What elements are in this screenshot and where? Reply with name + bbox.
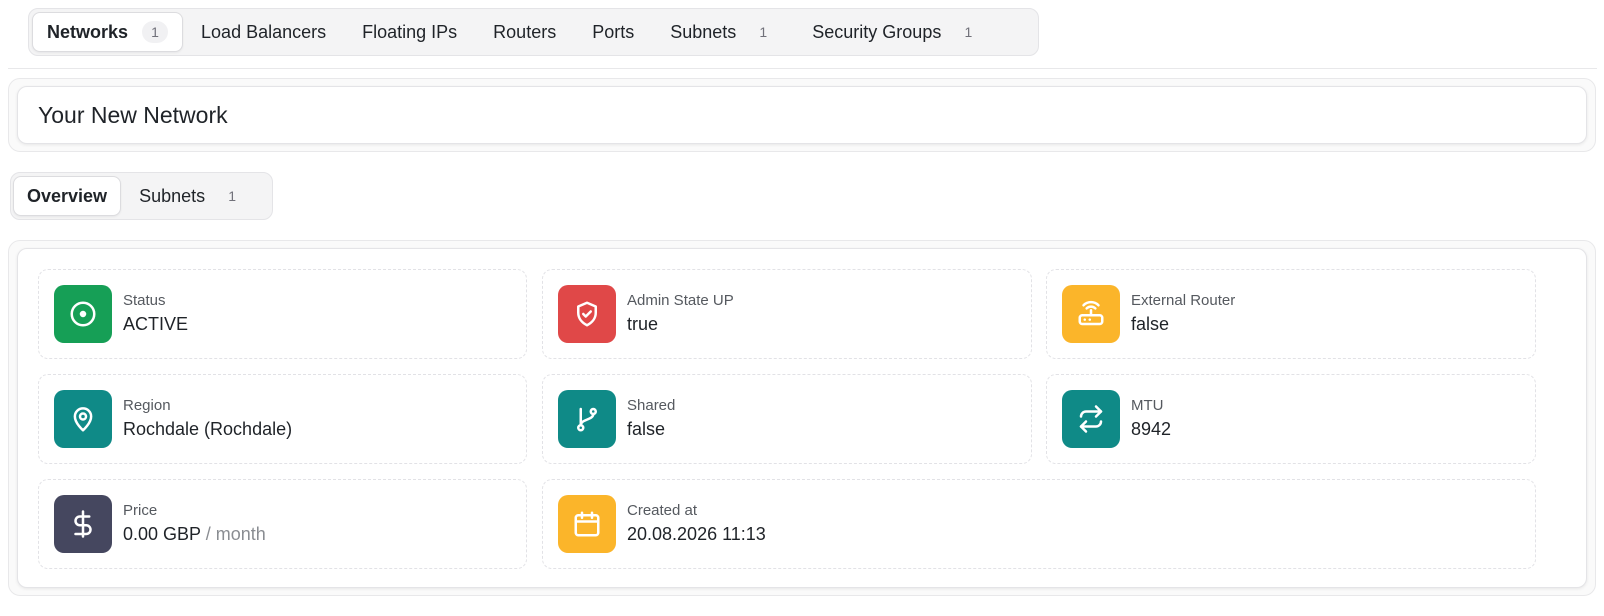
tab-floating-ips[interactable]: Floating IPs — [344, 12, 475, 52]
price-unit: / month — [205, 524, 266, 544]
dollar-icon — [54, 495, 112, 553]
calendar-icon — [558, 495, 616, 553]
status-circle-icon — [54, 285, 112, 343]
admin-state-value: true — [627, 314, 659, 334]
price-amount: 0.00 GBP — [123, 524, 201, 544]
resource-tabs: Networks 1 Load Balancers Floating IPs R… — [28, 8, 1039, 56]
tab-label: Load Balancers — [201, 21, 327, 42]
tab-label: Ports — [592, 21, 635, 42]
tab-count-badge: 1 — [228, 188, 237, 204]
git-branch-icon — [558, 390, 616, 448]
tab-subnets[interactable]: Subnets 1 — [652, 12, 794, 52]
tab-count-badge: 1 — [142, 21, 169, 43]
detail-label: Shared — [627, 397, 676, 414]
tab-label: Overview — [27, 185, 108, 206]
tab-label: Security Groups — [812, 21, 942, 42]
tab-label: Subnets — [139, 185, 206, 206]
detail-created-at: Created at 20.08.2026 11:13 — [542, 479, 1536, 569]
created-at-value: 20.08.2026 11:13 — [627, 524, 766, 544]
overview-card: Status ACTIVE Admin State UP true Extern… — [17, 248, 1587, 588]
status-value: ACTIVE — [123, 314, 189, 334]
map-pin-icon — [54, 390, 112, 448]
tab-label: Subnets — [670, 21, 737, 42]
external-router-value: false — [1131, 314, 1170, 334]
tab-count-badge: 1 — [964, 24, 973, 40]
detail-mtu: MTU 8942 — [1046, 374, 1536, 464]
title-panel: Your New Network — [8, 78, 1596, 152]
detail-label: Created at — [627, 502, 698, 519]
detail-region: Region Rochdale (Rochdale) — [38, 374, 527, 464]
region-value: Rochdale (Rochdale) — [123, 419, 293, 439]
tab-routers[interactable]: Routers — [475, 12, 574, 52]
router-icon — [1062, 285, 1120, 343]
tab-overview[interactable]: Overview — [13, 176, 122, 216]
network-detail-tabs: Overview Subnets 1 — [10, 172, 273, 220]
page-title: Your New Network — [17, 86, 1587, 144]
tab-load-balancers[interactable]: Load Balancers — [183, 12, 344, 52]
network-page: Networks 1 Load Balancers Floating IPs R… — [8, 0, 1597, 616]
tab-security-groups[interactable]: Security Groups 1 — [794, 12, 991, 52]
details-panel: Status ACTIVE Admin State UP true Extern… — [8, 240, 1596, 596]
detail-label: Admin State UP — [627, 292, 734, 309]
price-value: 0.00 GBP / month — [123, 524, 266, 545]
detail-label: Price — [123, 502, 158, 519]
tab-label: Networks — [47, 21, 129, 42]
tab-label: Routers — [493, 21, 557, 42]
tab-ports[interactable]: Ports — [574, 12, 652, 52]
detail-price: Price 0.00 GBP / month — [38, 479, 527, 569]
detail-label: External Router — [1131, 292, 1236, 309]
detail-label: Status — [123, 292, 166, 309]
detail-admin-state: Admin State UP true — [542, 269, 1032, 359]
shield-check-icon — [558, 285, 616, 343]
tab-networks[interactable]: Networks 1 — [32, 12, 184, 52]
detail-label: Region — [123, 397, 171, 414]
tab-count-badge: 1 — [759, 24, 768, 40]
detail-status: Status ACTIVE — [38, 269, 527, 359]
tab-label: Floating IPs — [362, 21, 458, 42]
header-divider — [8, 68, 1597, 69]
shared-value: false — [627, 419, 666, 439]
detail-label: MTU — [1131, 397, 1164, 414]
repeat-arrows-icon — [1062, 390, 1120, 448]
mtu-value: 8942 — [1131, 419, 1172, 439]
detail-shared: Shared false — [542, 374, 1032, 464]
detail-external-router: External Router false — [1046, 269, 1536, 359]
tab-network-subnets[interactable]: Subnets 1 — [121, 176, 255, 216]
